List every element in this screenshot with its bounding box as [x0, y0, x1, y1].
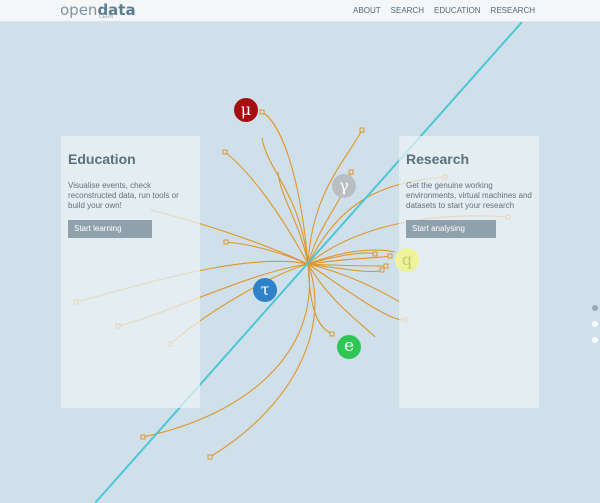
quark-icon[interactable]: q: [395, 248, 419, 272]
research-description: Get the genuine working environments, vi…: [406, 181, 532, 210]
track-endpoint: [329, 331, 335, 337]
carousel-dot-1[interactable]: [592, 305, 598, 311]
carousel-dot-2[interactable]: [592, 321, 598, 327]
education-card: Education Visualise events, check recons…: [61, 136, 200, 408]
track-endpoint: [223, 239, 229, 245]
track-endpoint: [259, 109, 265, 115]
track-endpoint: [207, 454, 213, 460]
nav-about[interactable]: ABOUT: [353, 6, 381, 15]
track: [307, 263, 406, 321]
track-endpoint: [140, 434, 146, 440]
track: [225, 241, 309, 265]
track-endpoint: [348, 169, 354, 175]
logo-light-text: open: [60, 1, 98, 19]
track-endpoint: [387, 253, 393, 259]
nav-research[interactable]: RESEARCH: [491, 6, 535, 15]
nav-education[interactable]: EDUCATION: [434, 6, 481, 15]
track: [307, 263, 376, 338]
top-bar: opendata CERN ABOUT SEARCH EDUCATION RES…: [0, 0, 600, 22]
main-nav: ABOUT SEARCH EDUCATION RESEARCH: [353, 6, 535, 15]
track-endpoint: [222, 149, 228, 155]
track-endpoint: [372, 251, 378, 257]
site-logo[interactable]: opendata: [60, 1, 136, 19]
track: [307, 129, 363, 265]
logo-subtitle: CERN: [99, 14, 114, 20]
research-title: Research: [406, 151, 470, 167]
education-title: Education: [68, 151, 136, 167]
track: [224, 151, 309, 265]
track-endpoint: [379, 267, 385, 273]
carousel-indicators: [592, 305, 598, 353]
education-description: Visualise events, check reconstructed da…: [68, 181, 179, 210]
nav-search[interactable]: SEARCH: [391, 6, 424, 15]
muon-icon[interactable]: μ: [234, 98, 258, 122]
start-analysing-button[interactable]: Start analysing: [406, 220, 496, 238]
track: [307, 263, 401, 303]
track-endpoint: [383, 263, 389, 269]
photon-icon[interactable]: γ: [332, 174, 356, 198]
start-learning-button[interactable]: Start learning: [68, 220, 152, 238]
hero-section: Education Visualise events, check recons…: [0, 22, 600, 503]
electron-icon[interactable]: e: [337, 335, 361, 359]
track: [277, 171, 309, 265]
carousel-dot-3[interactable]: [592, 337, 598, 343]
tau-icon[interactable]: τ: [253, 278, 277, 302]
track-endpoint: [359, 127, 365, 133]
research-card: Research Get the genuine working environ…: [399, 136, 539, 408]
